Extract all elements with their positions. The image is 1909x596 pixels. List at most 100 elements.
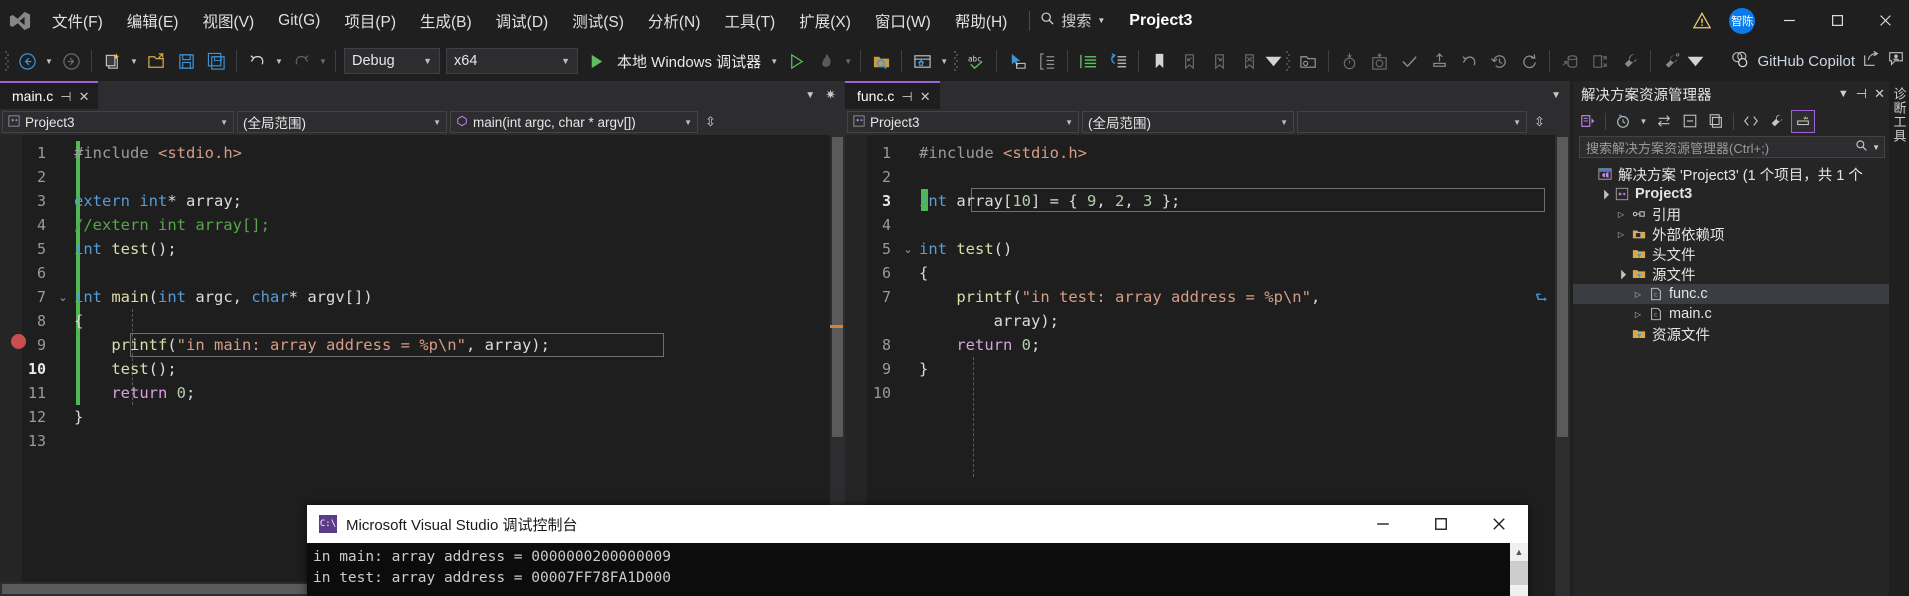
- code-line[interactable]: 1 #include <stdio.h>: [845, 141, 1570, 165]
- fold-toggle-icon[interactable]: ⌄: [901, 243, 915, 256]
- code-line[interactable]: 13: [0, 429, 845, 453]
- menu-item-7[interactable]: 测试(S): [560, 0, 636, 41]
- watch-window-button[interactable]: [1364, 45, 1394, 77]
- menu-item-10[interactable]: 扩展(X): [787, 0, 863, 41]
- toolbar-grip-2[interactable]: [951, 49, 961, 73]
- console-scrollbar[interactable]: ▲: [1510, 543, 1528, 596]
- share-icon[interactable]: [1862, 50, 1880, 73]
- code-line[interactable]: 10: [845, 381, 1570, 405]
- tab-func-c[interactable]: func.c ⊣ ✕: [845, 81, 940, 109]
- code-line[interactable]: 12}: [0, 405, 845, 429]
- code-line[interactable]: 3 extern int* array;: [0, 189, 845, 213]
- nav-scope-combo-right[interactable]: (全局范围) ▼: [1082, 111, 1294, 133]
- nav-project-combo-right[interactable]: Project3 ▼: [847, 111, 1079, 133]
- menu-item-2[interactable]: 视图(V): [190, 0, 266, 41]
- collapse-all-button[interactable]: [1678, 110, 1702, 133]
- pin-icon[interactable]: ⊣: [901, 90, 912, 103]
- clear-bookmarks-button[interactable]: [1234, 45, 1264, 77]
- close-icon[interactable]: ✕: [1874, 86, 1885, 102]
- menu-item-3[interactable]: Git(G): [266, 0, 332, 41]
- fold-toggle-icon[interactable]: ⌄: [56, 291, 70, 304]
- revert-button[interactable]: [1454, 45, 1484, 77]
- console-output[interactable]: in main: array address = 000000020000000…: [307, 543, 1528, 596]
- undo-button[interactable]: [242, 45, 272, 77]
- gear-icon[interactable]: ✷: [822, 87, 839, 103]
- undo-dropdown[interactable]: ▼: [272, 45, 286, 77]
- code-line[interactable]: 9}: [845, 357, 1570, 381]
- maximize-button[interactable]: [1813, 0, 1861, 41]
- close-button[interactable]: [1861, 0, 1909, 41]
- code-line[interactable]: 6{: [845, 261, 1570, 285]
- start-without-debugging-button[interactable]: [781, 45, 811, 77]
- search-solution-explorer-button[interactable]: [866, 45, 896, 77]
- tree-item[interactable]: 头文件: [1573, 244, 1889, 264]
- chevron-down-icon[interactable]: ▼: [1838, 88, 1849, 100]
- tree-item[interactable]: ◢ 源文件: [1573, 264, 1889, 284]
- view-code-button[interactable]: [1739, 110, 1763, 133]
- console-close-button[interactable]: [1470, 505, 1528, 543]
- code-line[interactable]: 6: [0, 261, 845, 285]
- new-project-button[interactable]: [97, 45, 127, 77]
- code-line[interactable]: 8{: [0, 309, 845, 333]
- navigate-back-button[interactable]: [12, 45, 42, 77]
- nav-project-combo-left[interactable]: Project3 ▼: [2, 111, 234, 133]
- uncomment-selection-button[interactable]: [1103, 45, 1133, 77]
- settings-wrench-button[interactable]: [1615, 45, 1645, 77]
- toggle-bookmark-button[interactable]: [1144, 45, 1174, 77]
- compare-button[interactable]: [1585, 45, 1615, 77]
- verify-button[interactable]: [1394, 45, 1424, 77]
- nav-member-combo-left[interactable]: main(int argc, char * argv[]) ▼: [450, 111, 698, 133]
- new-project-dropdown[interactable]: ▼: [127, 45, 141, 77]
- menu-item-9[interactable]: 工具(T): [712, 0, 787, 41]
- options-wrench-button[interactable]: [1656, 45, 1686, 77]
- start-debugging-label[interactable]: 本地 Windows 调试器: [611, 51, 767, 72]
- minimize-button[interactable]: [1765, 0, 1813, 41]
- live-share-dropdown[interactable]: ▼: [937, 45, 951, 77]
- hot-reload-button[interactable]: [811, 45, 841, 77]
- refresh-button[interactable]: [1514, 45, 1544, 77]
- global-search[interactable]: 搜索 ▼: [1040, 10, 1105, 31]
- tree-item[interactable]: ▷ 外部依赖项: [1573, 224, 1889, 244]
- menu-item-6[interactable]: 调试(D): [484, 0, 561, 41]
- solution-configuration-combo[interactable]: Debug ▼: [344, 48, 440, 74]
- scroll-thumb[interactable]: [1510, 561, 1528, 585]
- code-line[interactable]: 5 ⌄ int test(): [845, 237, 1570, 261]
- chevron-right-icon[interactable]: ▷: [1630, 310, 1646, 319]
- code-line[interactable]: 5 int test();: [0, 237, 845, 261]
- diagnostics-tools-tab[interactable]: 诊断工具: [1889, 81, 1909, 596]
- code-line[interactable]: 3 int array[10] = { 9, 2, 3 };: [845, 189, 1570, 213]
- start-debugging-dropdown[interactable]: ▼: [767, 45, 781, 77]
- redo-dropdown[interactable]: ▼: [316, 45, 330, 77]
- code-line[interactable]: 10 test();: [0, 357, 845, 381]
- nav-member-combo-right[interactable]: ▼: [1297, 111, 1527, 133]
- bookmark-dropdown[interactable]: [1264, 45, 1283, 77]
- navigate-back-dropdown[interactable]: ▼: [42, 45, 56, 77]
- code-line[interactable]: 7 ⌄ int main(int argc, char* argv[]): [0, 285, 845, 309]
- toggle-outlining-button[interactable]: [1032, 45, 1062, 77]
- sync-button[interactable]: [1652, 110, 1676, 133]
- chevron-down-icon[interactable]: ◢: [1611, 264, 1630, 283]
- menu-item-8[interactable]: 分析(N): [636, 0, 713, 41]
- start-debugging-icon[interactable]: [581, 45, 611, 77]
- pin-icon[interactable]: ⊣: [60, 90, 71, 103]
- live-share-button[interactable]: [907, 45, 937, 77]
- split-view-icon[interactable]: ⇳: [1530, 114, 1549, 130]
- nav-scope-combo-left[interactable]: (全局范围) ▼: [237, 111, 447, 133]
- tree-item[interactable]: ▷ c main.c: [1573, 304, 1889, 324]
- add-watch-button[interactable]: [1334, 45, 1364, 77]
- github-copilot-status[interactable]: GitHub Copilot: [1730, 50, 1909, 73]
- code-line[interactable]: array);: [845, 309, 1570, 333]
- save-button[interactable]: [171, 45, 201, 77]
- code-line[interactable]: 11 return 0;: [0, 381, 845, 405]
- scroll-up-icon[interactable]: ▲: [1510, 543, 1528, 561]
- navigate-forward-button[interactable]: [56, 45, 86, 77]
- database-button[interactable]: [1555, 45, 1585, 77]
- vertical-scrollbar-right[interactable]: [1555, 135, 1570, 596]
- code-line[interactable]: 2: [845, 165, 1570, 189]
- chevron-right-icon[interactable]: ▷: [1630, 290, 1646, 299]
- chevron-right-icon[interactable]: ▷: [1613, 230, 1629, 239]
- tree-item[interactable]: ◢ Project3: [1573, 184, 1889, 204]
- pending-changes-dropdown[interactable]: ▼: [1637, 110, 1650, 133]
- code-line[interactable]: 8 return 0;: [845, 333, 1570, 357]
- pin-icon[interactable]: ⊣: [1856, 86, 1867, 102]
